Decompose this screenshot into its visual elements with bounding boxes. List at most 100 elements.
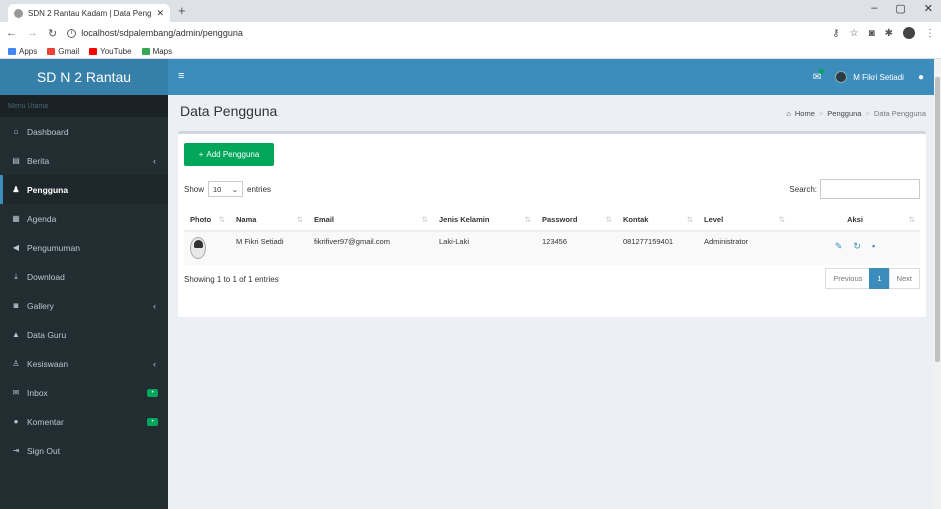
star-icon[interactable]: ☆ bbox=[850, 28, 859, 39]
close-window-icon[interactable]: ✕ bbox=[924, 2, 933, 15]
calendar-icon: ▦ bbox=[12, 214, 20, 223]
tab-title: SDN 2 Rantau Kadam | Data Peng bbox=[28, 8, 152, 18]
page-1-button[interactable]: 1 bbox=[869, 268, 890, 289]
next-button[interactable]: Next bbox=[888, 268, 920, 289]
add-pengguna-button[interactable]: + Add Pengguna bbox=[184, 143, 274, 166]
user-icon: ♙ bbox=[12, 359, 20, 368]
puzzle-icon[interactable]: ✱ bbox=[885, 28, 893, 39]
breadcrumb-current: Data Pengguna bbox=[873, 109, 926, 118]
maps-icon bbox=[141, 47, 150, 55]
new-tab-button[interactable]: + bbox=[178, 3, 186, 18]
reload-icon[interactable]: ↻ bbox=[48, 27, 57, 40]
col-email[interactable]: Email ⇅ bbox=[308, 209, 433, 232]
sidebar-item-data-guru[interactable]: ▲ Data Guru bbox=[0, 320, 168, 349]
user-name: M Fikri Setiadi bbox=[853, 72, 904, 82]
browser-actions: ⚷ ☆ ◙ ✱ ⋮ bbox=[832, 27, 935, 39]
window-controls: – ▢ ✕ bbox=[871, 2, 933, 15]
user-avatar bbox=[835, 71, 848, 83]
envelope-icon: ✉ bbox=[12, 388, 20, 397]
sidebar: SD N 2 Rantau Menu Utama ⌂ Dashboard ▤ Ber… bbox=[0, 59, 168, 509]
col-aksi[interactable]: Aksi ⇅ bbox=[790, 209, 920, 232]
cell-aksi: ✎ ↻ ▪ bbox=[790, 231, 920, 265]
comments-icon: ● bbox=[13, 417, 19, 426]
inbox-badge: • bbox=[147, 388, 158, 397]
sidebar-item-pengguna[interactable]: ♟ Pengguna bbox=[0, 175, 168, 204]
previous-button[interactable]: Previous bbox=[825, 268, 871, 289]
table-info: Showing 1 to 1 of 1 entries bbox=[184, 275, 279, 284]
camera-extension-icon[interactable]: ◙ bbox=[869, 28, 875, 39]
breadcrumb-separator: > bbox=[865, 109, 870, 118]
col-nama[interactable]: Nama ⇅ bbox=[230, 209, 308, 232]
sign-out-icon: ⇥ bbox=[12, 446, 20, 455]
search-input[interactable] bbox=[820, 179, 920, 199]
pagination: Previous 1 Next bbox=[825, 268, 920, 289]
newspaper-icon: ▤ bbox=[12, 156, 20, 165]
dashboard-icon: ⌂ bbox=[786, 109, 791, 118]
youtube-icon bbox=[89, 47, 98, 55]
bookmark-gmail[interactable]: Gmail bbox=[47, 47, 79, 56]
sidebar-item-komentar[interactable]: ● Komentar • bbox=[0, 407, 168, 436]
col-password[interactable]: Password ⇅ bbox=[536, 209, 617, 232]
sidebar-item-kesiswaan[interactable]: ♙ Kesiswaan ‹ bbox=[0, 349, 168, 378]
sort-icon: ⇅ bbox=[686, 215, 693, 224]
col-kontak[interactable]: Kontak ⇅ bbox=[617, 209, 698, 232]
delete-trash-icon[interactable]: ▪ bbox=[872, 241, 875, 252]
mail-icon[interactable]: ✉ bbox=[813, 68, 825, 83]
entries-length-control: Show 10 ⌄ entries bbox=[184, 181, 271, 197]
close-tab-icon[interactable]: ✕ bbox=[156, 8, 164, 19]
bookmarks-bar: Apps Gmail YouTube Maps bbox=[0, 44, 941, 59]
site-logo[interactable]: SD N 2 Rantau bbox=[0, 59, 168, 95]
col-photo[interactable]: Photo ⇅ bbox=[184, 209, 230, 232]
sidebar-item-pengumuman[interactable]: ◀ Pengumuman bbox=[0, 233, 168, 262]
cell-password: 123456 bbox=[536, 231, 617, 265]
reset-refresh-icon[interactable]: ↻ bbox=[853, 241, 861, 252]
key-icon[interactable]: ⚷ bbox=[832, 28, 839, 39]
browser-tab[interactable]: SDN 2 Rantau Kadam | Data Peng ✕ bbox=[8, 4, 170, 22]
cell-nama: M Fikri Setiadi bbox=[230, 231, 308, 265]
sidebar-item-gallery[interactable]: ◙ Gallery ‹ bbox=[0, 291, 168, 320]
url-field[interactable]: i localhost/sdpalembang/admin/pengguna bbox=[67, 28, 822, 38]
sidebar-item-dashboard[interactable]: ⌂ Dashboard bbox=[0, 117, 168, 146]
sort-icon: ⇅ bbox=[778, 215, 785, 224]
bookmark-maps[interactable]: Maps bbox=[141, 47, 172, 56]
forward-icon[interactable]: → bbox=[27, 27, 38, 39]
sidebar-item-inbox[interactable]: ✉ Inbox • bbox=[0, 378, 168, 407]
hamburger-menu-icon[interactable]: ≡ bbox=[178, 70, 184, 82]
entries-select[interactable]: 10 ⌄ bbox=[208, 181, 244, 197]
cell-kontak: 081277159401 bbox=[617, 231, 698, 265]
sidebar-item-berita[interactable]: ▤ Berita ‹ bbox=[0, 146, 168, 175]
col-level[interactable]: Level ⇅ bbox=[698, 209, 790, 232]
info-icon[interactable]: i bbox=[67, 28, 77, 38]
page-title: Data Pengguna bbox=[180, 103, 278, 119]
sort-icon: ⇅ bbox=[296, 215, 303, 224]
sidebar-item-agenda[interactable]: ▦ Agenda bbox=[0, 204, 168, 233]
profile-avatar[interactable] bbox=[903, 27, 915, 39]
breadcrumb-home[interactable]: Home bbox=[795, 109, 815, 118]
sidebar-item-sign-out[interactable]: ⇥ Sign Out bbox=[0, 436, 168, 465]
back-icon[interactable]: ← bbox=[6, 27, 17, 39]
cell-level: Administrator bbox=[698, 231, 790, 265]
minimize-icon[interactable]: – bbox=[871, 2, 877, 15]
maximize-icon[interactable]: ▢ bbox=[895, 2, 905, 15]
bookmark-youtube[interactable]: YouTube bbox=[89, 47, 132, 56]
table-search: Search: bbox=[789, 179, 920, 199]
gear-icon[interactable]: ● bbox=[918, 72, 924, 83]
menu-dots-icon[interactable]: ⋮ bbox=[925, 28, 935, 39]
breadcrumb-separator: > bbox=[818, 109, 824, 118]
gmail-icon bbox=[47, 47, 56, 55]
user-menu[interactable]: M Fikri Setiadi bbox=[835, 71, 904, 83]
cell-email: fikrifiver97@gmail.com bbox=[308, 231, 433, 265]
scrollbar-thumb[interactable] bbox=[935, 77, 940, 362]
url-text: localhost/sdpalembang/admin/pengguna bbox=[81, 28, 243, 38]
topbar-right: ✉ M Fikri Setiadi ● bbox=[813, 59, 934, 95]
breadcrumb-pengguna[interactable]: Pengguna bbox=[827, 109, 861, 118]
sidebar-item-download[interactable]: ⤓ Download bbox=[0, 262, 168, 291]
col-jenis-kelamin[interactable]: Jenis Kelamin ⇅ bbox=[433, 209, 536, 232]
bookmark-apps[interactable]: Apps bbox=[8, 47, 37, 56]
sort-icon: ⇅ bbox=[605, 215, 612, 224]
chevron-left-icon: ‹ bbox=[153, 155, 156, 166]
favicon-icon bbox=[14, 8, 23, 18]
edit-pencil-icon[interactable]: ✎ bbox=[835, 241, 843, 252]
pengguna-table: Photo ⇅ Nama ⇅ Email ⇅ Jenis Kelamin ⇅ Passw… bbox=[184, 209, 920, 265]
page-scrollbar[interactable] bbox=[934, 59, 941, 509]
